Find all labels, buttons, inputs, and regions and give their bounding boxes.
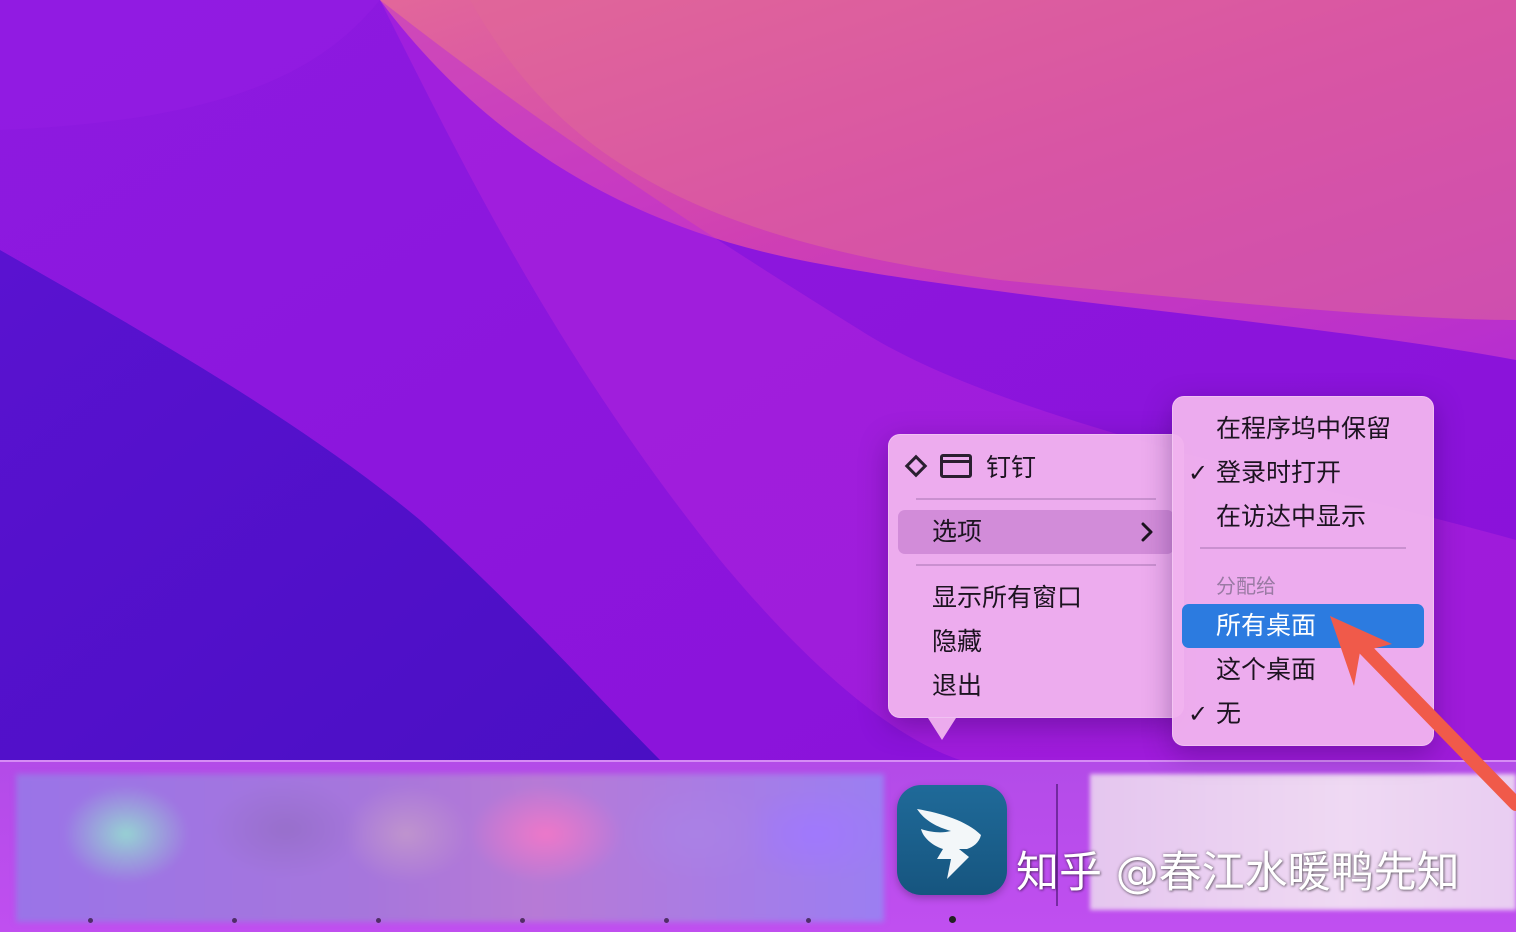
menu-item-show-all-windows[interactable]: 显示所有窗口 (898, 576, 1174, 620)
menu-item-label: 登录时打开 (1216, 458, 1342, 487)
menu-item-hide[interactable]: 隐藏 (898, 620, 1174, 664)
running-indicator (664, 918, 669, 923)
menu-item-keep-in-dock[interactable]: 在程序坞中保留 (1182, 407, 1424, 451)
menu-item-this-desktop[interactable]: 这个桌面 (1182, 648, 1424, 692)
menu-item-show-in-finder[interactable]: 在访达中显示 (1182, 495, 1424, 539)
running-indicator (232, 918, 237, 923)
checkmark-icon: ✓ (1188, 700, 1209, 728)
watermark-text: 知乎 @春江水暖鸭先知 (1016, 848, 1460, 898)
menu-item-label: 所有桌面 (1216, 611, 1317, 640)
menu-item-label: 在访达中显示 (1216, 502, 1367, 531)
dingtalk-wing-icon (917, 809, 981, 879)
menu-item-label: 退出 (932, 671, 983, 700)
chevron-right-icon (1141, 522, 1153, 542)
options-submenu: 在程序坞中保留 ✓ 登录时打开 在访达中显示 分配给 所有桌面 这个桌面 ✓ 无 (1172, 396, 1434, 746)
menu-item-label: 无 (1216, 699, 1242, 728)
running-indicator (376, 918, 381, 923)
menu-item-label: 显示所有窗口 (932, 583, 1083, 612)
menu-separator (916, 564, 1156, 566)
menu-item-options[interactable]: 选项 (898, 510, 1174, 554)
menu-item-label: 隐藏 (932, 627, 983, 656)
assign-to-header: 分配给 (1216, 574, 1276, 598)
options-label: 选项 (932, 517, 983, 546)
running-indicator (88, 918, 93, 923)
menu-item-none[interactable]: ✓ 无 (1182, 692, 1424, 736)
blurred-dock-apps (16, 774, 884, 922)
dingtalk-icon[interactable] (897, 785, 1007, 895)
running-indicator (949, 916, 956, 923)
menu-item-quit[interactable]: 退出 (898, 664, 1174, 708)
menu-item-all-desktops[interactable]: 所有桌面 (1182, 604, 1424, 648)
window-icon (940, 454, 972, 478)
app-name: 钉钉 (986, 453, 1037, 482)
checkmark-icon: ✓ (1188, 459, 1209, 487)
menu-item-label: 这个桌面 (1216, 655, 1317, 684)
running-indicator (806, 918, 811, 923)
menu-item-open-at-login[interactable]: ✓ 登录时打开 (1182, 451, 1424, 495)
menu-separator (916, 498, 1156, 500)
menu-separator (1200, 547, 1406, 549)
app-window-entry[interactable]: 钉钉 (904, 448, 1036, 484)
running-indicator (520, 918, 525, 923)
menu-item-label: 在程序坞中保留 (1216, 414, 1392, 443)
diamond-icon (904, 454, 928, 478)
dock-context-menu: 钉钉 选项 显示所有窗口 隐藏 退出 (888, 434, 1184, 740)
